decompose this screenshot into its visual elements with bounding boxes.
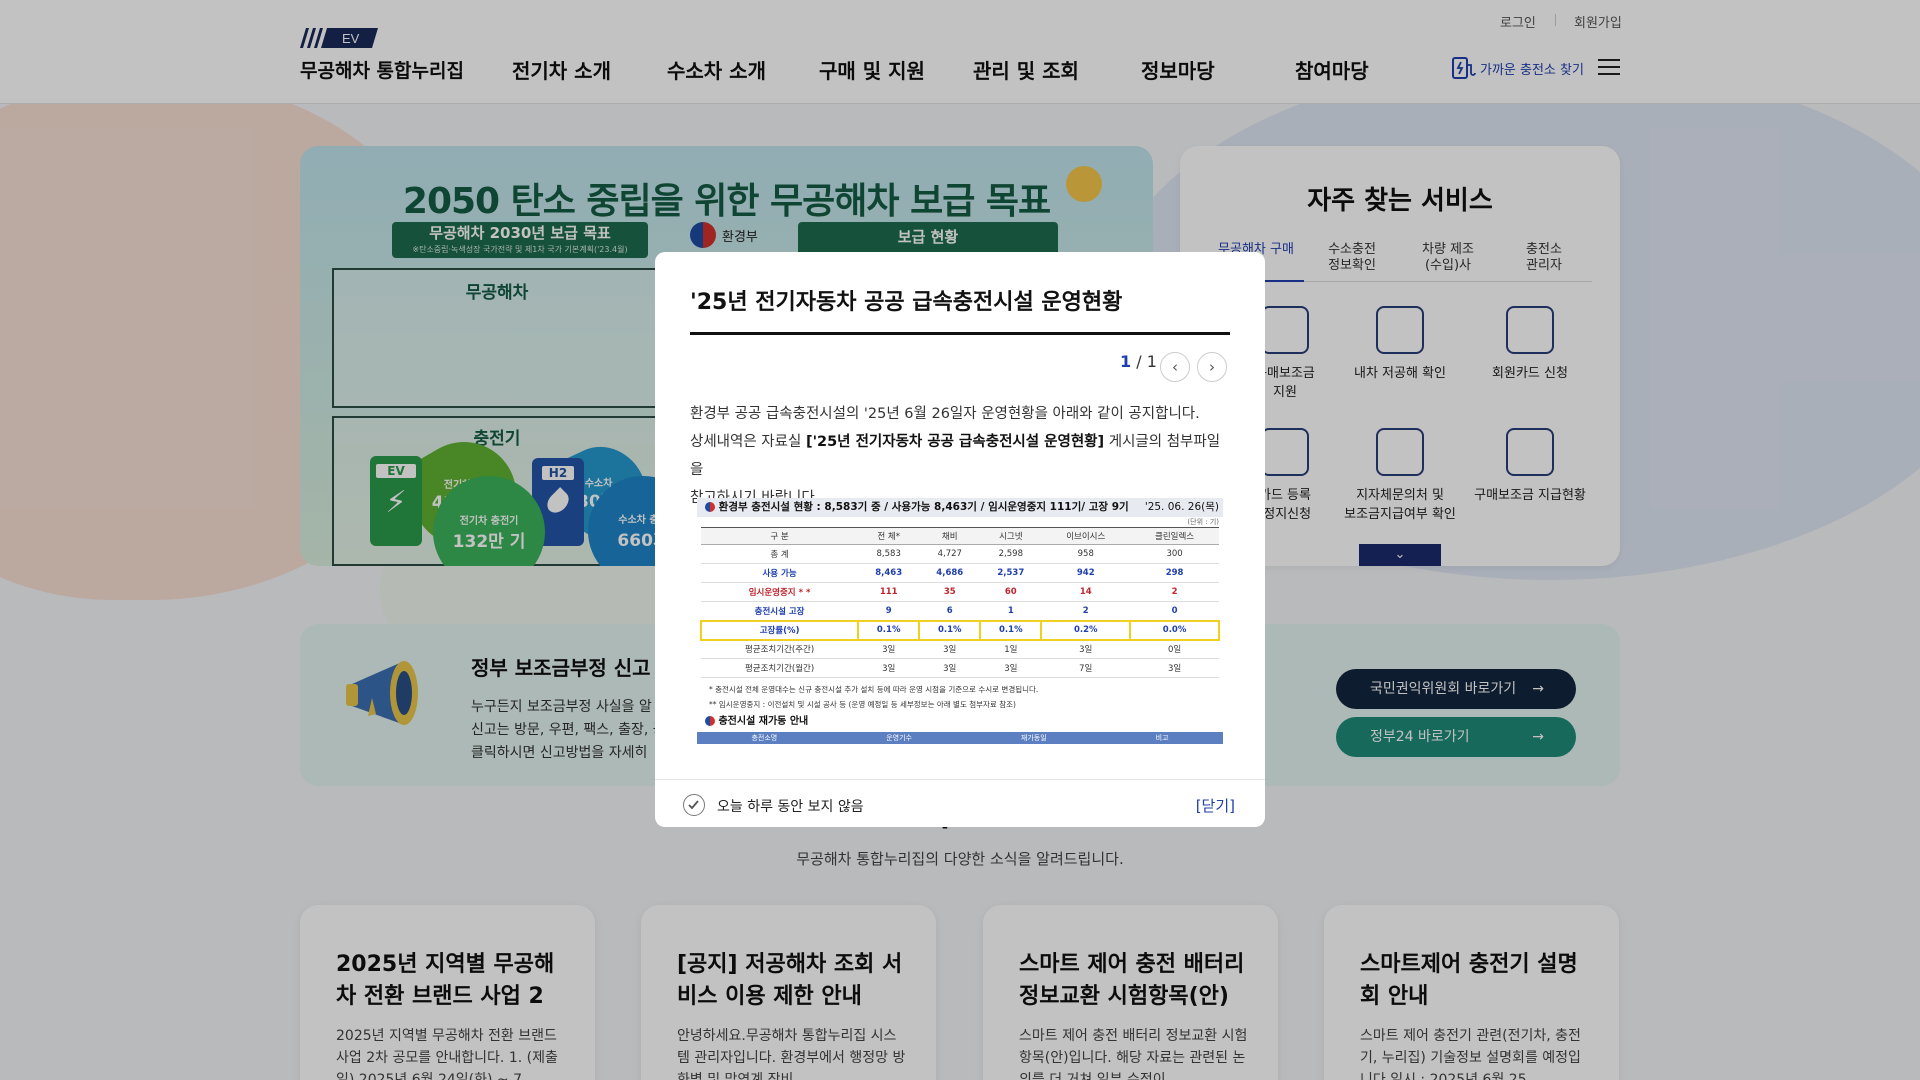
- table-cell: 8,583: [858, 544, 920, 564]
- popup-body-bold: ['25년 전기자동차 공공 급속충전시설 운영현황]: [805, 434, 1105, 450]
- resume-header-cell: 재가동일: [1020, 734, 1047, 742]
- table-row-label: 사용 가능: [701, 563, 859, 583]
- resume-header-cell: 운영기수: [886, 734, 912, 742]
- table-cell: 35: [919, 582, 981, 602]
- table-cell: 0.2%: [1040, 619, 1132, 641]
- table-cell: 9: [858, 601, 920, 621]
- table-cell: 942: [1041, 563, 1131, 583]
- status-table: 구 분전 체* 채비 시그넷 이브이시스 클린일렉스 총 계 8,583 4,727 2,59…: [699, 527, 1220, 678]
- resume-table-header: 충전소명 운영기수 재가동일 비고: [697, 732, 1223, 744]
- table-note: ** 임시운영중지 : 이전설치 및 시설 공사 등 (운영 예정일 등 세부정…: [709, 700, 1016, 709]
- table-cell: 3일: [980, 658, 1042, 678]
- table-cell: 0.1%: [857, 619, 921, 641]
- table-cell: 0.1%: [979, 619, 1043, 641]
- resume-header-cell: 비고: [1155, 734, 1169, 742]
- chevron-left-icon[interactable]: ‹: [1160, 352, 1190, 382]
- table-cell: 4,727: [919, 544, 981, 564]
- table-cell: 2,598: [980, 544, 1042, 564]
- table-cell: 0.0%: [1129, 619, 1220, 641]
- popup-body-line: 환경부 공공 급속충전시설의 '25년 6월 26일자 운영현황을 아래와 같이…: [690, 406, 1200, 422]
- table-cell: 3일: [919, 639, 981, 659]
- table-cell: 958: [1041, 544, 1131, 564]
- table-row: 총 계 8,583 4,727 2,598 958 300: [701, 544, 1219, 564]
- table-cell: 0일: [1130, 639, 1219, 659]
- table-header-cell: 전 체*: [858, 527, 920, 545]
- table-heading: 환경부 충전시설 현황 : 8,583기 중 / 사용가능 8,463기 / 임…: [697, 498, 1223, 517]
- notice-popup: '25년 전기자동차 공공 급속충전시설 운영현황 1 / 1 ‹ › 환경부 …: [655, 252, 1265, 827]
- table-cell: 6: [919, 601, 981, 621]
- table-cell: 3일: [1130, 658, 1219, 678]
- table-cell: 2,537: [980, 563, 1042, 583]
- popup-pager: 1 / 1: [1120, 352, 1157, 371]
- table-cell: 300: [1130, 544, 1219, 564]
- table-cell: 3일: [858, 639, 920, 659]
- table-cell: 111: [858, 582, 920, 602]
- table-row-label: 총 계: [701, 544, 859, 564]
- resume-header-cell: 충전소명: [751, 734, 778, 742]
- dont-show-today-label[interactable]: 오늘 하루 동안 보지 않음: [717, 796, 864, 816]
- table-heading-text: 환경부 충전시설 현황 : 8,583기 중 / 사용가능 8,463기 / 임…: [718, 501, 1129, 513]
- table-header-cell: 시그넷: [980, 527, 1042, 545]
- popup-body-text: 상세내역은 자료실: [690, 434, 806, 450]
- table-cell: 3일: [1041, 639, 1131, 659]
- table-row-label: 평균조치기간(월간): [701, 658, 859, 678]
- table-cell: 3일: [919, 658, 981, 678]
- popup-body: 환경부 공공 급속충전시설의 '25년 6월 26일자 운영현황을 아래와 같이…: [690, 400, 1230, 512]
- table-cell: 1일: [980, 639, 1042, 659]
- table-header-cell: 이브이시스: [1041, 527, 1131, 545]
- popup-title: '25년 전기자동차 공공 급속충전시설 운영현황: [690, 284, 1230, 335]
- table-cell: 7일: [1041, 658, 1131, 678]
- table-row: 고장률(%) 0.1% 0.1% 0.1% 0.2% 0.0%: [699, 619, 1220, 641]
- table-row: 임시운영중지 * * 111 35 60 14 2: [701, 582, 1219, 602]
- table-date: '25. 06. 26(목): [1144, 501, 1219, 513]
- resume-title: 충전시설 재가동 안내: [697, 712, 1223, 732]
- table-cell: 2: [1130, 582, 1219, 602]
- table-unit: (단위 : 기): [1187, 518, 1219, 526]
- table-cell: 14: [1041, 582, 1131, 602]
- table-cell: 298: [1130, 563, 1219, 583]
- chevron-right-icon[interactable]: ›: [1197, 352, 1227, 382]
- taegeuk-icon: [705, 716, 715, 726]
- table-row: 평균조치기간(주간) 3일 3일 1일 3일 0일: [701, 639, 1219, 659]
- popup-footer: 오늘 하루 동안 보지 않음 [닫기]: [655, 779, 1265, 827]
- table-row-label: 고장률(%): [699, 619, 860, 641]
- table-header-cell: 구 분: [701, 527, 859, 545]
- table-row-label: 평균조치기간(주간): [701, 639, 859, 659]
- table-row-label: 임시운영중지 * *: [701, 582, 859, 602]
- resume-title-text: 충전시설 재가동 안내: [718, 716, 809, 727]
- close-button[interactable]: [닫기]: [1196, 795, 1235, 816]
- check-icon: [688, 800, 699, 810]
- table-cell: 8,463: [858, 563, 920, 583]
- table-cell: 60: [980, 582, 1042, 602]
- status-table-image: 환경부 충전시설 현황 : 8,583기 중 / 사용가능 8,463기 / 임…: [697, 498, 1223, 762]
- table-cell: 2: [1041, 601, 1131, 621]
- table-header-cell: 채비: [919, 527, 981, 545]
- page-background: EV 무공해차 통합누리집 전기차 소개 수소차 소개 구매 및 지원 관리 및…: [0, 0, 1920, 1080]
- table-cell: 1: [980, 601, 1042, 621]
- popup-body-line: 상세내역은 자료실 ['25년 전기자동차 공공 급속충전시설 운영현황] 게시…: [690, 428, 1230, 484]
- dont-show-today-checkbox[interactable]: [683, 794, 705, 816]
- table-cell: 4,686: [919, 563, 981, 583]
- table-row: 충전시설 고장 9 6 1 2 0: [701, 601, 1219, 621]
- table-row-label: 충전시설 고장: [701, 601, 859, 621]
- table-cell: 0.1%: [918, 619, 982, 641]
- table-row: 사용 가능 8,463 4,686 2,537 942 298: [701, 563, 1219, 583]
- table-header-cell: 클린일렉스: [1130, 527, 1219, 545]
- taegeuk-icon: [705, 502, 715, 512]
- table-cell: 3일: [858, 658, 920, 678]
- page-separator: /: [1131, 352, 1147, 371]
- table-row: 평균조치기간(월간) 3일 3일 3일 7일 3일: [701, 658, 1219, 678]
- page-current: 1: [1120, 352, 1132, 371]
- page-total: 1: [1146, 352, 1157, 371]
- table-cell: 0: [1130, 601, 1219, 621]
- table-note: * 충전시설 전체 운영대수는 신규 충전시설 추가 설치 등에 따라 운영 시…: [709, 685, 1039, 694]
